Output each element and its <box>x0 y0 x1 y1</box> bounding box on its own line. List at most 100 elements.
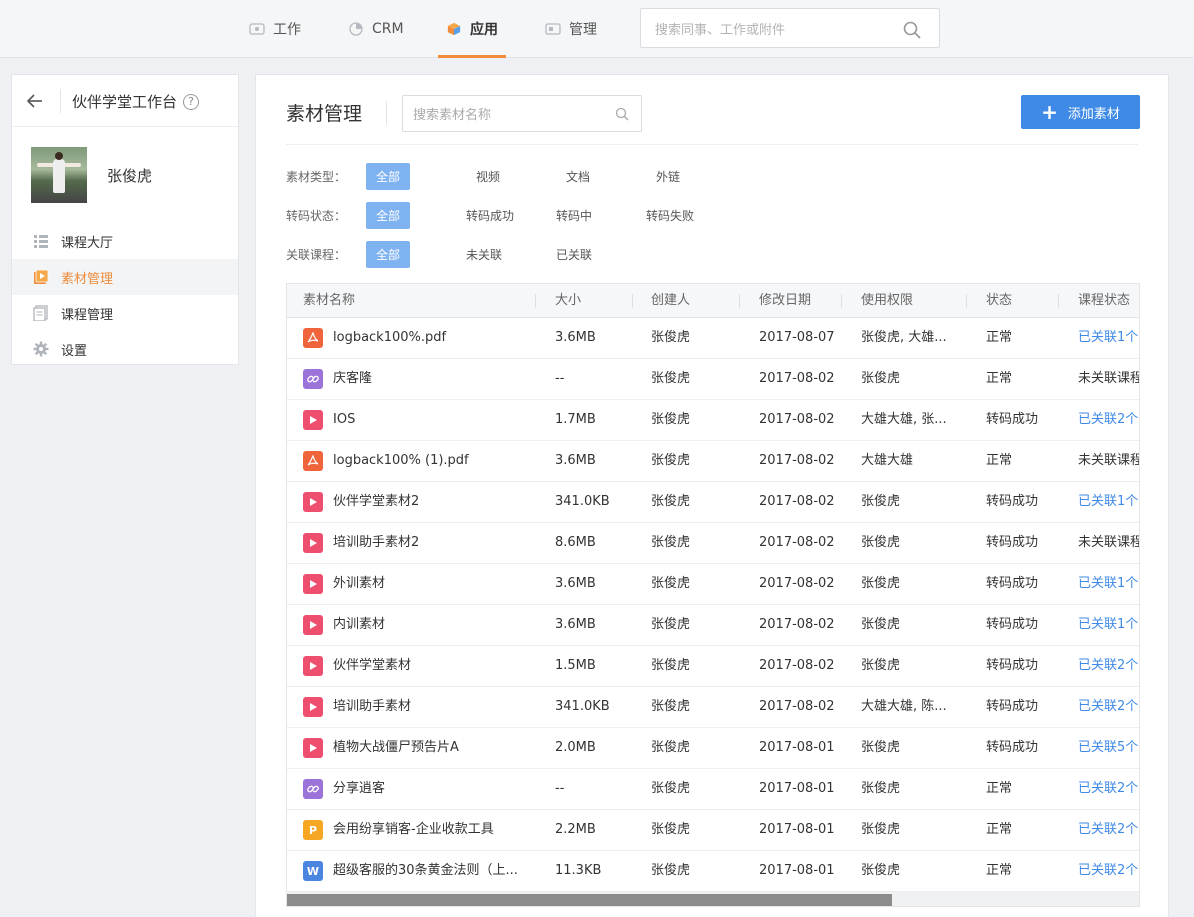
cell-course-status[interactable]: 已关联1个 <box>1078 482 1138 522</box>
column-header-name[interactable]: 素材名称 <box>303 284 355 318</box>
cell-name[interactable]: logback100%.pdf <box>333 318 446 358</box>
nav-item-label: 应用 <box>470 22 498 38</box>
cell-date: 2017-08-01 <box>759 822 835 837</box>
divider <box>386 101 387 125</box>
table-row[interactable]: P 会用纷享销客-企业收款工具 2.2MB 张俊虎 2017-08-01 张俊虎 正常 已关联… <box>287 810 1139 851</box>
filter-option-transcoding[interactable]: 转码中 <box>556 202 592 229</box>
help-icon[interactable]: ? <box>183 93 200 110</box>
sidebar-item-course-hall[interactable]: 课程大厅 <box>12 223 238 259</box>
table-row[interactable]: 外训素材 3.6MB 张俊虎 2017-08-02 张俊虎 转码成功 已关联1个 <box>287 564 1139 605</box>
filter-option-unlinked[interactable]: 未关联 <box>466 241 502 268</box>
cell-status: 正常 <box>986 330 1013 345</box>
filter-option-all[interactable]: 全部 <box>366 240 410 268</box>
column-header-size[interactable]: 大小 <box>555 284 581 318</box>
cell-permission: 张俊虎 <box>861 781 901 796</box>
filter-option-linked[interactable]: 已关联 <box>556 241 592 268</box>
filter-option-all[interactable]: 全部 <box>366 162 410 190</box>
table-row[interactable]: 植物大战僵尸预告片A 2.0MB 张俊虎 2017-08-01 张俊虎 转码成功 已关联5个 <box>287 728 1139 769</box>
cell-creator: 张俊虎 <box>651 371 691 386</box>
filter-option-transcode-success[interactable]: 转码成功 <box>466 202 514 229</box>
material-search-input[interactable]: 搜索素材名称 <box>402 95 642 132</box>
sidebar-item-settings[interactable]: 设置 <box>12 331 238 367</box>
global-search-input[interactable]: 搜索同事、工作或附件 <box>640 8 940 48</box>
cell-creator: 张俊虎 <box>651 781 691 796</box>
filter-option-transcode-failed[interactable]: 转码失败 <box>646 202 694 229</box>
table-row[interactable]: logback100%.pdf 3.6MB 张俊虎 2017-08-07 张俊虎, 大雄… <box>287 318 1139 359</box>
nav-item-apps[interactable]: 应用 <box>438 0 506 58</box>
add-material-button[interactable]: + 添加素材 <box>1021 95 1140 129</box>
cell-course-status[interactable]: 已关联1个 <box>1078 605 1138 645</box>
avatar[interactable] <box>31 147 87 203</box>
cell-course-status: 未关联课程 <box>1078 453 1140 468</box>
table-row[interactable]: 培训助手素材2 8.6MB 张俊虎 2017-08-02 张俊虎 转码成功 未关联课程 <box>287 523 1139 564</box>
table-row[interactable]: logback100% (1).pdf 3.6MB 张俊虎 2017-08-02 大雄大… <box>287 441 1139 482</box>
table-row[interactable]: 内训素材 3.6MB 张俊虎 2017-08-02 张俊虎 转码成功 已关联1个 <box>287 605 1139 646</box>
table-row[interactable]: 伙伴学堂素材 1.5MB 张俊虎 2017-08-02 张俊虎 转码成功 已关联2个 <box>287 646 1139 687</box>
table-row[interactable]: IOS 1.7MB 张俊虎 2017-08-02 大雄大雄, 张... 转码成功 已关联2个 <box>287 400 1139 441</box>
column-header-creator[interactable]: 创建人 <box>651 284 690 318</box>
table-row[interactable]: 庆客隆 -- 张俊虎 2017-08-02 张俊虎 正常 未关联课程 <box>287 359 1139 400</box>
cell-course-status: 未关联课程 <box>1078 535 1140 550</box>
search-icon[interactable] <box>615 107 629 121</box>
sidebar-item-material-management[interactable]: 素材管理 <box>12 259 238 295</box>
cell-name[interactable]: 内训素材 <box>333 605 385 645</box>
sidebar-item-course-management[interactable]: 课程管理 <box>12 295 238 331</box>
cell-name[interactable]: 植物大战僵尸预告片A <box>333 728 459 768</box>
column-header-modified-date[interactable]: 修改日期 <box>759 284 811 318</box>
cell-status: 正常 <box>986 371 1013 386</box>
cell-course-status[interactable]: 已关联2个 <box>1078 646 1138 686</box>
cell-course-status[interactable]: 已关联2个 <box>1078 687 1138 727</box>
table-header: 素材名称 大小 创建人 修改日期 使用权限 状态 课程状态 <box>287 284 1139 318</box>
sidebar-item-label: 设置 <box>61 343 88 359</box>
cell-permission: 张俊虎 <box>861 535 901 550</box>
cell-permission: 张俊虎 <box>861 822 901 837</box>
search-icon[interactable] <box>903 21 921 39</box>
cell-name[interactable]: 外训素材 <box>333 564 385 604</box>
cell-size: 3.6MB <box>555 576 596 591</box>
cell-course-status[interactable]: 已关联2个 <box>1078 810 1138 850</box>
scrollbar-thumb[interactable] <box>287 894 892 906</box>
filter-option-document[interactable]: 文档 <box>556 163 600 190</box>
cell-name[interactable]: 伙伴学堂素材 <box>333 646 411 686</box>
table-row[interactable]: 分享逍客 -- 张俊虎 2017-08-01 张俊虎 正常 已关联2个 <box>287 769 1139 810</box>
cell-name[interactable]: 培训助手素材 <box>333 687 411 727</box>
back-arrow-icon[interactable] <box>26 92 44 110</box>
cell-course-status[interactable]: 已关联2个 <box>1078 769 1138 809</box>
video-file-icon <box>303 656 323 676</box>
table-row[interactable]: 伙伴学堂素材2 341.0KB 张俊虎 2017-08-02 张俊虎 转码成功 已关联1个 <box>287 482 1139 523</box>
cell-creator: 张俊虎 <box>651 576 691 591</box>
horizontal-scrollbar[interactable] <box>287 892 1139 906</box>
cell-course-status[interactable]: 已关联1个 <box>1078 564 1138 604</box>
cell-course-status[interactable]: 已关联1个 <box>1078 318 1138 358</box>
nav-item-crm[interactable]: CRM <box>348 0 404 58</box>
filter-option-all[interactable]: 全部 <box>366 201 410 229</box>
cell-name[interactable]: IOS <box>333 400 355 440</box>
nav-item-label: 工作 <box>273 22 301 38</box>
table-row[interactable]: 培训助手素材 341.0KB 张俊虎 2017-08-02 大雄大雄, 陈... 转码成功… <box>287 687 1139 728</box>
column-header-status[interactable]: 状态 <box>986 284 1012 318</box>
cell-size: 341.0KB <box>555 494 610 509</box>
cell-course-status[interactable]: 已关联2个 <box>1078 400 1138 440</box>
cell-course-status[interactable]: 已关联5个 <box>1078 728 1138 768</box>
cell-name[interactable]: 庆客隆 <box>333 359 372 399</box>
cell-permission: 张俊虎 <box>861 576 901 591</box>
cell-name[interactable]: 培训助手素材2 <box>333 523 419 563</box>
nav-item-manage[interactable]: 管理 <box>545 0 597 58</box>
cell-name[interactable]: 超级客服的30条黄金法则（上... <box>333 851 518 891</box>
cell-course-status[interactable]: 已关联2个 <box>1078 851 1138 891</box>
divider <box>60 89 61 113</box>
cell-name[interactable]: 会用纷享销客-企业收款工具 <box>333 810 494 850</box>
cell-permission: 张俊虎, 大雄... <box>861 330 947 345</box>
cell-date: 2017-08-01 <box>759 740 835 755</box>
materials-table: 素材名称 大小 创建人 修改日期 使用权限 状态 课程状态 logback100… <box>286 283 1140 907</box>
nav-item-work[interactable]: 工作 <box>249 0 301 58</box>
table-row[interactable]: W 超级客服的30条黄金法则（上... 11.3KB 张俊虎 2017-08-01 张俊虎… <box>287 851 1139 892</box>
cell-creator: 张俊虎 <box>651 658 691 673</box>
filter-option-video[interactable]: 视频 <box>466 163 510 190</box>
column-header-permission[interactable]: 使用权限 <box>861 284 913 318</box>
filter-option-external-link[interactable]: 外链 <box>646 163 690 190</box>
column-header-course-status[interactable]: 课程状态 <box>1078 284 1130 318</box>
cell-name[interactable]: logback100% (1).pdf <box>333 441 469 481</box>
cell-name[interactable]: 分享逍客 <box>333 769 385 809</box>
cell-name[interactable]: 伙伴学堂素材2 <box>333 482 419 522</box>
